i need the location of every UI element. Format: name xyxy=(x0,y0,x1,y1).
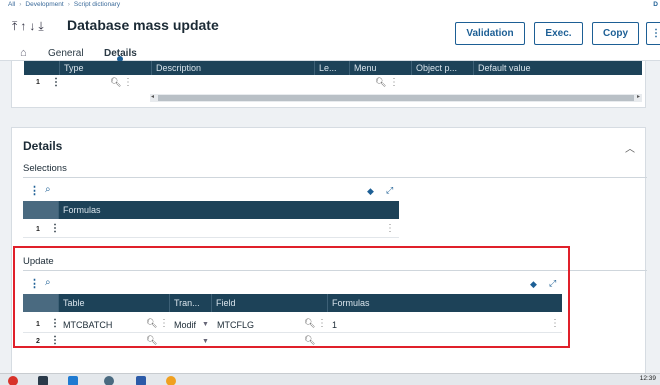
row-menu-icon[interactable]: ⋮ xyxy=(50,336,60,346)
menu-lookup-icon[interactable]: 🔍︎ xyxy=(375,77,386,88)
breadcrumb-development[interactable]: Development xyxy=(25,1,63,8)
row-number: 1 xyxy=(36,321,40,328)
selections-divider xyxy=(23,177,647,178)
column-header-description[interactable]: Description xyxy=(151,61,314,75)
column-header-formulas[interactable]: Formulas xyxy=(58,201,399,219)
column-header-type[interactable]: Type xyxy=(59,61,151,75)
row-divider xyxy=(23,237,399,238)
table-cell[interactable]: MTCBATCH xyxy=(63,320,112,330)
row-number: 1 xyxy=(36,79,40,86)
table-lookup-icon[interactable]: 🔍︎ xyxy=(146,318,157,329)
menu-field-menu-icon[interactable]: ⋮ xyxy=(389,78,399,88)
type-lookup-icon[interactable]: 🔍︎ xyxy=(110,77,121,88)
scroll-right-icon[interactable]: ▸ xyxy=(637,93,640,100)
selections-menu-icon[interactable]: ⋮ xyxy=(29,184,40,197)
validation-button[interactable]: Validation xyxy=(455,22,525,45)
horizontal-scrollbar[interactable]: ◂ ▸ xyxy=(150,94,642,102)
home-icon[interactable]: ⌂ xyxy=(20,47,27,59)
breadcrumb-all[interactable]: All xyxy=(8,1,15,8)
column-header-object[interactable]: Object p... xyxy=(411,61,473,75)
selections-expand-icon[interactable]: ⤢ xyxy=(386,185,393,196)
details-section: Details ︿ Selections ⋮ ⌕ ◆ ⤢ Formulas 1 … xyxy=(11,127,647,385)
table-lookup-icon[interactable]: 🔍︎ xyxy=(146,335,157,346)
page-title: Database mass update xyxy=(67,17,219,33)
formula-cell[interactable]: 1 xyxy=(332,320,337,330)
type-field-menu-icon[interactable]: ⋮ xyxy=(123,78,133,88)
selections-search-icon[interactable]: ⌕ xyxy=(45,184,51,195)
field-lookup-icon[interactable]: 🔍︎ xyxy=(304,318,315,329)
selections-title: Selections xyxy=(23,163,67,174)
previous-record-icon[interactable]: ↑ xyxy=(20,19,29,33)
page-header: ⤒↑↓⤓ Database mass update Validation Exe… xyxy=(0,11,660,62)
parameters-grid-card: Type Description Le... Menu Object p... … xyxy=(11,61,646,108)
app-window: All › Development › Script dictionary D ⤒↑↓⤓… xyxy=(0,0,660,385)
update-search-icon[interactable]: ⌕ xyxy=(45,277,51,288)
update-title: Update xyxy=(23,256,54,267)
copy-button[interactable]: Copy xyxy=(592,22,639,45)
selections-layers-icon[interactable]: ◆ xyxy=(367,186,374,197)
selections-grid-header: Formulas xyxy=(23,201,399,219)
app-icon[interactable] xyxy=(136,376,146,385)
field-menu-icon[interactable]: ⋮ xyxy=(317,319,327,329)
collapse-icon[interactable]: ︿ xyxy=(625,140,635,155)
row-number-header xyxy=(23,294,58,312)
formula-field-menu-icon[interactable]: ⋮ xyxy=(385,224,395,234)
column-header-formulas[interactable]: Formulas xyxy=(327,294,562,312)
chevron-down-icon[interactable]: ▼ xyxy=(202,321,209,328)
column-header-transaction[interactable]: Tran... xyxy=(169,294,211,312)
row-divider xyxy=(23,332,562,333)
clock[interactable]: 12:39 xyxy=(640,375,656,382)
next-record-icon[interactable]: ↓ xyxy=(29,19,38,33)
row-number: 1 xyxy=(36,226,40,233)
field-cell[interactable]: MTCFLG xyxy=(217,320,254,330)
column-header-length[interactable]: Le... xyxy=(314,61,349,75)
parameters-grid-header: Type Description Le... Menu Object p... … xyxy=(24,61,642,75)
app-icon[interactable] xyxy=(38,376,48,385)
column-header-table[interactable]: Table xyxy=(58,294,169,312)
update-expand-icon[interactable]: ⤢ xyxy=(549,278,556,289)
record-navigation: ⤒↑↓⤓ xyxy=(12,19,47,34)
details-title: Details xyxy=(23,139,63,153)
app-icon[interactable] xyxy=(8,376,18,385)
last-record-icon[interactable]: ⤓ xyxy=(38,19,46,33)
row-number-header xyxy=(24,61,59,75)
scroll-left-icon[interactable]: ◂ xyxy=(151,93,154,100)
row-number: 2 xyxy=(36,338,40,345)
row-menu-icon[interactable]: ⋮ xyxy=(51,78,61,88)
row-menu-icon[interactable]: ⋮ xyxy=(50,224,60,234)
scrollbar-thumb[interactable] xyxy=(158,95,634,101)
update-menu-icon[interactable]: ⋮ xyxy=(29,277,40,290)
transaction-select[interactable]: Modif xyxy=(174,320,196,330)
row-number-header xyxy=(23,201,58,219)
column-header-menu[interactable]: Menu xyxy=(349,61,411,75)
breadcrumb-script-dictionary[interactable]: Script dictionary xyxy=(74,1,120,8)
update-grid-header: Table Tran... Field Formulas xyxy=(23,294,562,312)
chevron-down-icon[interactable]: ▼ xyxy=(202,338,209,345)
row-menu-icon[interactable]: ⋮ xyxy=(50,319,60,329)
app-icon[interactable] xyxy=(166,376,176,385)
update-layers-icon[interactable]: ◆ xyxy=(530,279,537,290)
exec-button[interactable]: Exec. xyxy=(534,22,583,45)
field-lookup-icon[interactable]: 🔍︎ xyxy=(304,335,315,346)
update-divider xyxy=(23,270,647,271)
tab-general[interactable]: General xyxy=(48,48,84,59)
breadcrumb-right-label[interactable]: D xyxy=(653,0,658,10)
column-header-field[interactable]: Field xyxy=(211,294,327,312)
breadcrumb: All › Development › Script dictionary D xyxy=(0,0,660,11)
taskbar: 12:39 xyxy=(0,373,660,385)
app-icon[interactable] xyxy=(68,376,78,385)
more-actions-button[interactable]: ⋮ xyxy=(646,22,660,45)
formula-field-menu-icon[interactable]: ⋮ xyxy=(550,319,560,329)
table-field-menu-icon[interactable]: ⋮ xyxy=(159,319,169,329)
column-header-default-value[interactable]: Default value xyxy=(473,61,642,75)
app-icon[interactable] xyxy=(104,376,114,385)
